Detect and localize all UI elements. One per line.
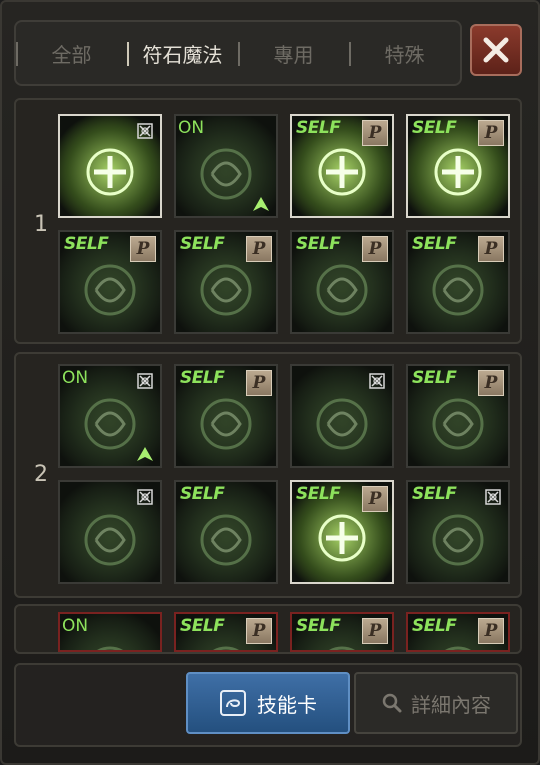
passive-badge: P <box>362 486 388 512</box>
upgrade-arrow-icon <box>253 197 269 211</box>
passive-badge: P <box>362 236 388 262</box>
skill-slot[interactable]: SELF P <box>406 230 510 334</box>
group-number: 2 <box>34 462 48 487</box>
magnifier-icon <box>382 693 402 713</box>
self-tag: SELF <box>296 484 341 504</box>
passive-badge: P <box>478 236 504 262</box>
skill-slot[interactable]: SELF P <box>290 480 394 584</box>
skill-slot[interactable] <box>58 480 162 584</box>
self-tag: SELF <box>412 234 457 254</box>
tab-separator <box>16 42 18 66</box>
skill-slot[interactable]: SELF P <box>174 612 278 652</box>
passive-badge: P <box>246 618 272 644</box>
on-tag: ON <box>62 368 89 388</box>
self-tag: SELF <box>412 484 457 504</box>
tab-rune-magic[interactable]: 符石魔法 <box>127 22 238 84</box>
tab-label: 專用 <box>273 42 314 67</box>
upgrade-arrow-icon <box>137 447 153 461</box>
self-tag: SELF <box>412 616 457 636</box>
self-tag: SELF <box>296 118 341 138</box>
skill-slot[interactable]: SELF P <box>406 612 510 652</box>
tab-all[interactable]: 全部 <box>16 22 127 84</box>
tab-label: 符石魔法 <box>142 42 223 67</box>
self-tag: SELF <box>412 118 457 138</box>
on-tag: ON <box>62 616 89 636</box>
skill-slot[interactable]: SELF <box>406 480 510 584</box>
tab-separator <box>238 42 240 66</box>
skill-slot[interactable]: SELF P <box>58 230 162 334</box>
passive-badge: P <box>246 236 272 262</box>
self-tag: SELF <box>180 484 225 504</box>
on-tag: ON <box>178 118 205 138</box>
self-tag: SELF <box>412 368 457 388</box>
group-number: 1 <box>34 212 48 237</box>
locked-slot-icon <box>137 489 153 505</box>
self-tag: SELF <box>296 616 341 636</box>
tab-label: 全部 <box>51 42 92 67</box>
tab-separator <box>349 42 351 66</box>
passive-badge: P <box>362 120 388 146</box>
passive-badge: P <box>478 120 504 146</box>
skill-slot[interactable]: SELF <box>174 480 278 584</box>
skill-card-label: 技能卡 <box>257 692 317 717</box>
locked-slot-icon <box>137 373 153 389</box>
skill-slot[interactable]: SELF P <box>174 230 278 334</box>
tab-exclusive[interactable]: 專用 <box>238 22 349 84</box>
tab-label: 特殊 <box>384 42 425 67</box>
tab-special[interactable]: 特殊 <box>349 22 460 84</box>
skill-slot[interactable]: ON <box>58 364 162 468</box>
self-tag: SELF <box>64 234 109 254</box>
locked-slot-icon <box>485 489 501 505</box>
skill-slot[interactable]: SELF P <box>406 114 510 218</box>
self-tag: SELF <box>296 234 341 254</box>
passive-badge: P <box>130 236 156 262</box>
skill-card-icon <box>220 690 246 716</box>
self-tag: SELF <box>180 616 225 636</box>
tab-bar: 全部 符石魔法 專用 特殊 <box>14 20 462 86</box>
skill-slot[interactable]: SELF P <box>174 364 278 468</box>
passive-badge: P <box>246 370 272 396</box>
skill-slot[interactable]: SELF P <box>290 230 394 334</box>
skill-slot[interactable] <box>290 364 394 468</box>
skill-slot[interactable]: SELF P <box>290 114 394 218</box>
skill-window: 全部 符石魔法 專用 特殊 1 2 ON SELF P SELF P SELF … <box>0 0 540 765</box>
locked-slot-icon <box>137 123 153 139</box>
skill-card-button[interactable]: 技能卡 <box>186 672 350 734</box>
locked-slot-icon <box>369 373 385 389</box>
close-button[interactable] <box>470 24 522 76</box>
details-button[interactable]: 詳細內容 <box>354 672 518 734</box>
passive-badge: P <box>362 618 388 644</box>
skill-slot[interactable]: ON <box>58 612 162 652</box>
self-tag: SELF <box>180 368 225 388</box>
passive-badge: P <box>478 618 504 644</box>
skill-slot[interactable]: SELF P <box>406 364 510 468</box>
passive-badge: P <box>478 370 504 396</box>
skill-slot[interactable]: ON <box>174 114 278 218</box>
self-tag: SELF <box>180 234 225 254</box>
details-label: 詳細內容 <box>411 692 491 717</box>
skill-slot[interactable] <box>58 114 162 218</box>
close-x-icon <box>483 37 509 63</box>
tab-separator <box>127 42 129 66</box>
skill-slot[interactable]: SELF P <box>290 612 394 652</box>
